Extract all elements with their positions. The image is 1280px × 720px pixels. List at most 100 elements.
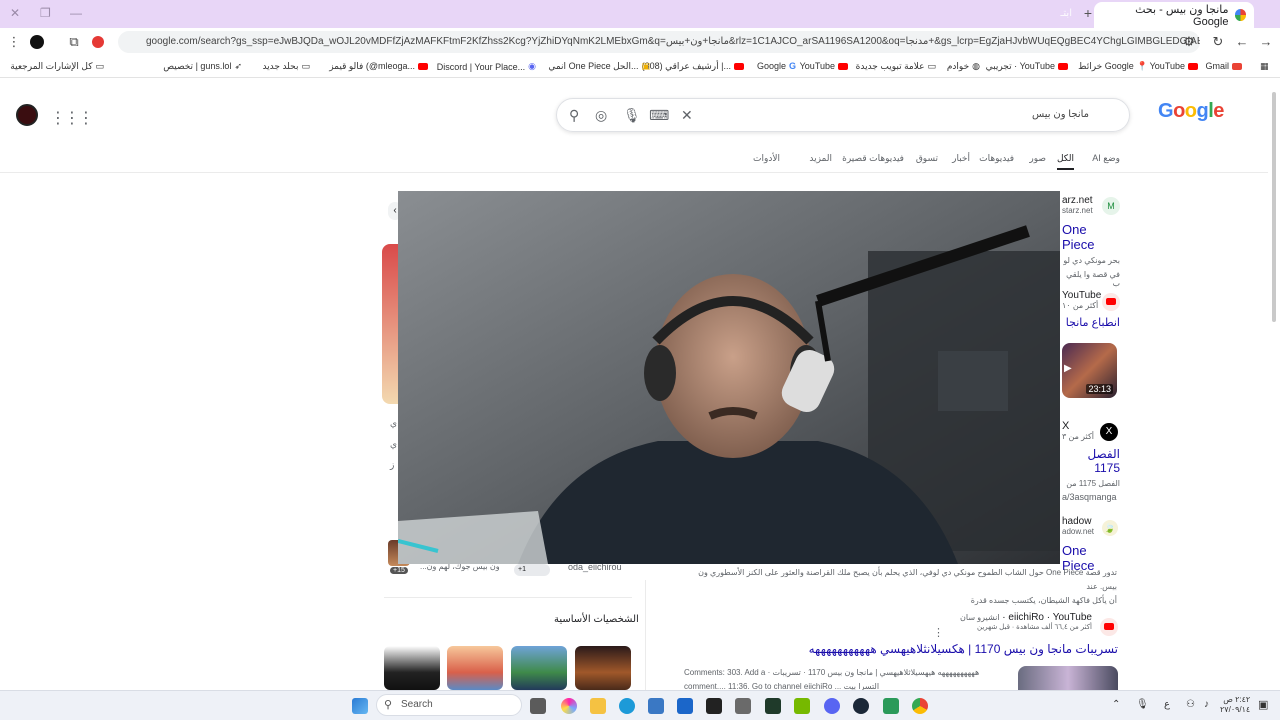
search-box[interactable]: ⚲ ◎ 🎙 ⌨ ✕ مانجا ون بيس: [556, 98, 1130, 132]
volume-icon[interactable]: ♪: [1204, 699, 1209, 710]
search-input[interactable]: مانجا ون بيس: [1032, 109, 1089, 120]
video-thumbnail[interactable]: ▶ 23:13: [1062, 343, 1117, 398]
video-thumbnail[interactable]: [1018, 666, 1118, 690]
new-tab-button[interactable]: +: [1084, 5, 1092, 21]
tray-chevron-icon[interactable]: ⌃: [1112, 699, 1120, 710]
result-site: eiichiRo · YouTube: [1008, 612, 1092, 623]
notification-icon[interactable]: ▣: [1258, 698, 1268, 711]
page-scrollbar[interactable]: [1270, 84, 1278, 688]
reload-icon[interactable]: ↻: [1210, 34, 1226, 50]
lens-icon[interactable]: ◎: [595, 107, 607, 124]
bookmark-item[interactable]: علامة تبويب جديدة ▭: [856, 61, 936, 72]
x-logo-icon: X: [1100, 423, 1118, 441]
back-arrow-icon[interactable]: ←: [1234, 34, 1250, 50]
character-card[interactable]: [447, 646, 503, 690]
network-icon[interactable]: ⚇: [1186, 699, 1195, 710]
chrome-icon[interactable]: [912, 698, 928, 714]
nvidia-icon[interactable]: [794, 698, 810, 714]
tab-shorts[interactable]: فيديوهات قصيرة: [842, 153, 904, 164]
bookmark-item[interactable]: (308) أرشيف عراقي |...: [642, 61, 744, 72]
tab-all[interactable]: الكل: [1056, 153, 1074, 170]
result-snippet: في قصة وا يلقي ب: [1066, 270, 1120, 288]
file-explorer-icon[interactable]: [590, 698, 606, 714]
menu-dots-icon[interactable]: ⋮: [6, 34, 22, 50]
tab-title: مانجا ون بيس - بحث Google: [1135, 3, 1229, 28]
result-title[interactable]: انطباع مانجا: [1062, 316, 1120, 329]
tab-more[interactable]: المزيد: [809, 153, 832, 164]
tab-videos[interactable]: فيديوهات: [979, 153, 1014, 164]
more-options-icon[interactable]: ⋮: [933, 626, 944, 639]
bookmark-item[interactable]: خوادم ◍: [947, 61, 980, 72]
extensions-icon[interactable]: ⧉: [66, 34, 82, 50]
bookmark-item[interactable]: فالو قيمز (@mleoga...: [329, 61, 428, 72]
store-icon[interactable]: [648, 698, 664, 714]
obs-icon[interactable]: [883, 698, 899, 714]
tab-ai-mode[interactable]: وضع AI: [1092, 153, 1120, 164]
edge-icon[interactable]: [619, 698, 635, 714]
bookmark-item[interactable]: Gmail: [1205, 61, 1242, 71]
adblock-extension-icon[interactable]: [92, 36, 104, 48]
tab-tools[interactable]: الأدوات: [753, 153, 780, 164]
bookmark-item[interactable]: تخصيص | guns.lol ➶: [163, 61, 242, 72]
task-view-icon[interactable]: [530, 698, 546, 714]
result-3[interactable]: X X أكثر من ٣ الفصل 1175 الفصل 1175 من a…: [1062, 420, 1120, 502]
steam-icon[interactable]: [853, 698, 869, 714]
language-icon[interactable]: ع: [1164, 699, 1170, 710]
clock[interactable]: ٢:٤٢ ص ٢٧/٠٩/١٤: [1220, 695, 1250, 715]
microphone-icon[interactable]: 🎙: [623, 107, 641, 124]
xbox-icon[interactable]: [765, 698, 781, 714]
result-5-title[interactable]: تسريبات مانجا ون بيس 1170 | هكسيلانثلاهي…: [700, 642, 1118, 656]
minimize-window-icon[interactable]: —: [70, 6, 82, 20]
ctrl-app-icon[interactable]: [706, 698, 722, 714]
bookmark-item[interactable]: خرائط Google 📍: [1078, 61, 1148, 72]
clear-icon[interactable]: ✕: [681, 107, 693, 124]
google-apps-icon[interactable]: ⋮⋮⋮: [50, 108, 94, 128]
tab-images[interactable]: صور: [1029, 153, 1046, 164]
outlook-icon[interactable]: [677, 698, 693, 714]
microphone-icon[interactable]: 🎙: [1136, 699, 1149, 710]
discord-icon[interactable]: [824, 698, 840, 714]
address-bar[interactable]: google.com/search?gs_ssp=eJwBJQDa_wOJL20…: [118, 31, 1200, 53]
result-snippet: Comments: 303. Add a · ههههههههههه هيهسي…: [684, 668, 980, 677]
bookmark-item[interactable]: انمي One Piece الحل... ▣: [548, 61, 650, 72]
result-title[interactable]: One Piece: [1062, 222, 1120, 252]
more-images-badge[interactable]: +15: [390, 567, 408, 574]
folder-icon: ▣: [641, 61, 650, 71]
taskbar-search-input[interactable]: ⚲ Search: [376, 694, 522, 716]
tab-news[interactable]: أخبار: [952, 153, 970, 164]
copilot-icon[interactable]: [561, 698, 577, 714]
character-card[interactable]: [575, 646, 631, 690]
bookmark-item[interactable]: YouTube: [1150, 61, 1198, 71]
search-icon[interactable]: ⚲: [569, 107, 579, 124]
character-card[interactable]: [384, 646, 440, 690]
result-title[interactable]: الفصل 1175: [1062, 447, 1120, 475]
result-1[interactable]: M arz.net starz.net One Piece بحر مونكي …: [1062, 195, 1120, 288]
bookmark-item[interactable]: Discord | Your Place... ◉: [437, 61, 536, 72]
google-account-avatar[interactable]: [16, 104, 38, 126]
active-tab[interactable]: مانجا ون بيس - بحث Google: [1094, 2, 1254, 28]
result-2[interactable]: YouTube أكثر من ١٠ انطباع مانجا: [1062, 290, 1120, 329]
apps-grid-icon[interactable]: ▦: [1260, 61, 1269, 72]
bookmark-item[interactable]: تجريبي · YouTube: [986, 61, 1068, 72]
close-window-icon[interactable]: ✕: [10, 6, 20, 20]
tab-shopping[interactable]: تسوق: [916, 153, 938, 164]
all-bookmarks[interactable]: كل الإشارات المرجعية ▭: [10, 61, 104, 72]
result-5[interactable]: eiichiRo · YouTube · انشيرو سان أكثر من …: [800, 612, 1118, 636]
bookmark-item[interactable]: Google G: [757, 61, 796, 71]
unity-icon[interactable]: [735, 698, 751, 714]
result-4-header[interactable]: 🍃 hadow adow.net One Piece: [1062, 516, 1120, 573]
scrollbar-thumb[interactable]: [1272, 92, 1276, 322]
site-info-icon[interactable]: ⚙: [1181, 34, 1197, 50]
windows-start-icon[interactable]: [352, 698, 368, 714]
restore-window-icon[interactable]: ❐: [40, 6, 51, 20]
search-nav: وضع AI الكل صور فيديوهات أخبار تسوق فيدي…: [0, 153, 1120, 170]
forward-arrow-icon[interactable]: →: [1258, 34, 1274, 50]
bookmark-item[interactable]: YouTube: [800, 61, 848, 71]
image-card[interactable]: [382, 244, 398, 404]
profile-avatar[interactable]: [30, 35, 44, 49]
google-logo[interactable]: Google: [1158, 100, 1224, 123]
keyboard-icon[interactable]: ⌨: [649, 107, 669, 124]
character-card[interactable]: [511, 646, 567, 690]
bookmark-item[interactable]: بحلد جديد ▭: [262, 61, 310, 72]
more-images-badge[interactable]: +1: [514, 564, 550, 576]
